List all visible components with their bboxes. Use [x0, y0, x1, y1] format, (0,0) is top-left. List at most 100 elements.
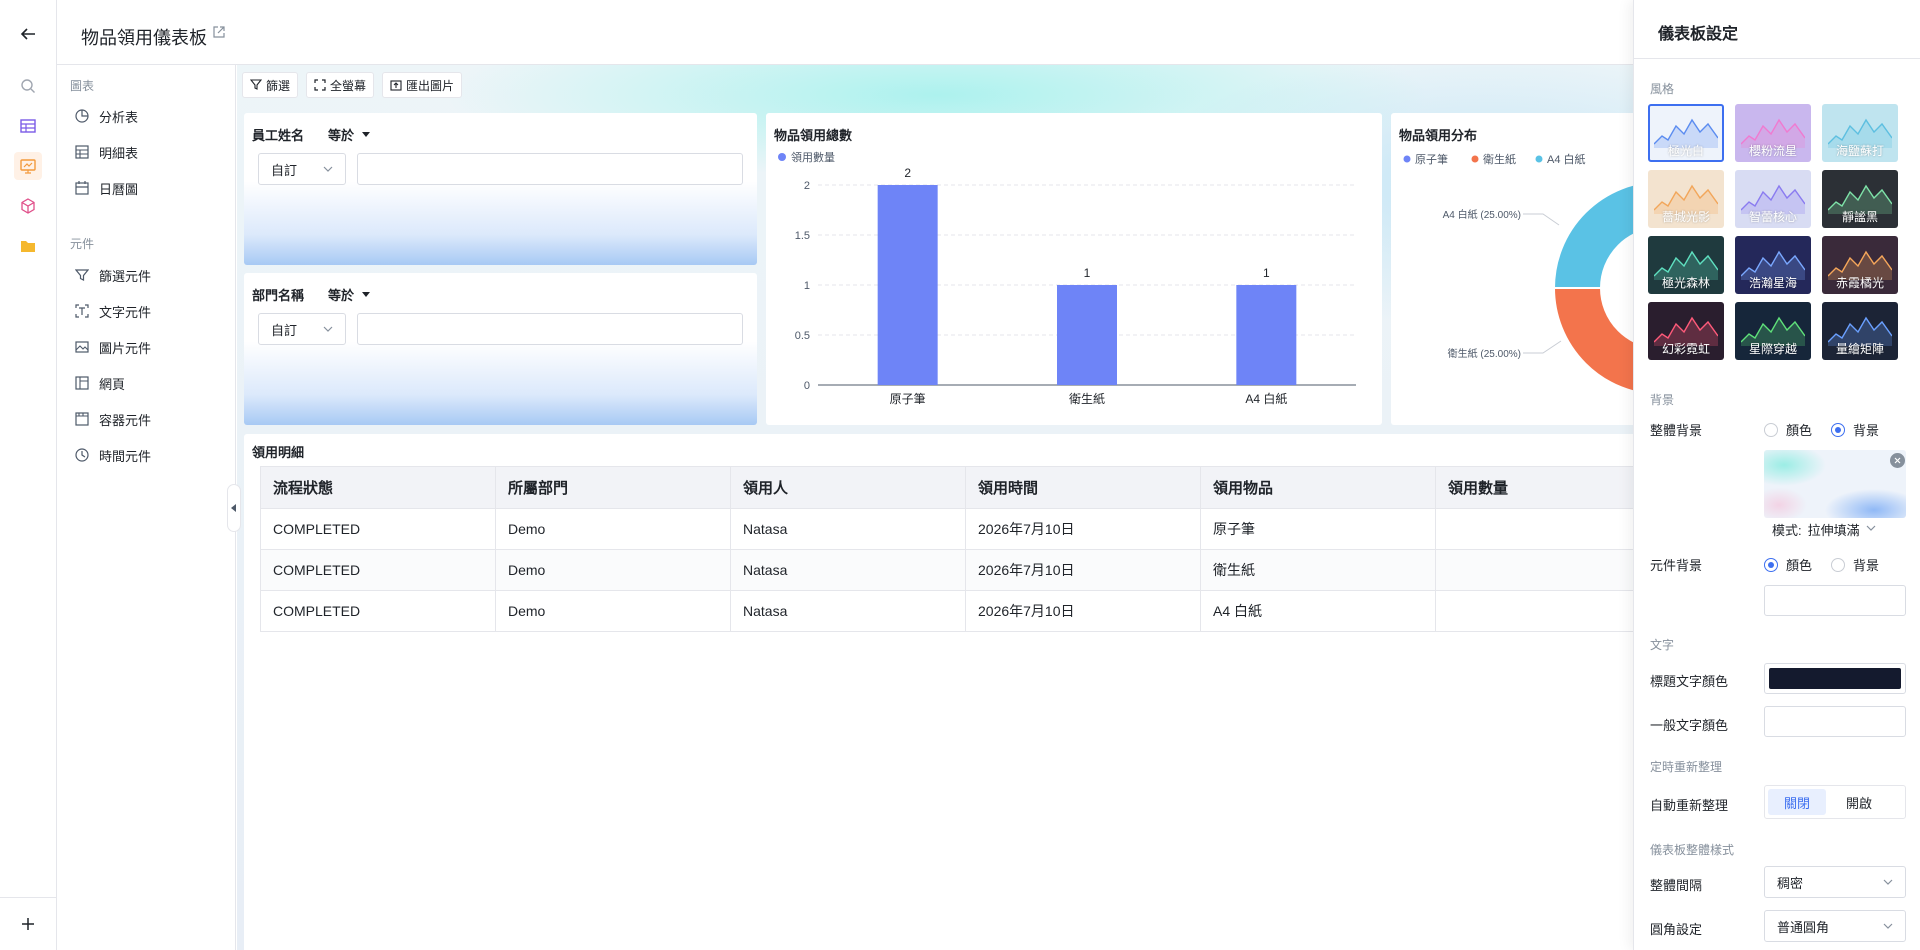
corner-select[interactable]: 普通圓角 — [1764, 910, 1906, 942]
search-icon[interactable] — [14, 72, 42, 100]
icon-rail — [0, 0, 57, 950]
pie-slice — [1552, 183, 1634, 289]
bar — [877, 185, 938, 385]
back-arrow-icon[interactable] — [14, 20, 42, 48]
filter-button[interactable]: 篩選 — [242, 72, 299, 98]
theme-name: 海鹽蘇打 — [1835, 144, 1884, 158]
bar-chart: 領用數量 0 0.5 1 1.5 2 2 原子筆 1 衛生紙 1 A4 白紙 — [778, 150, 1356, 406]
external-link-icon[interactable] — [213, 26, 225, 38]
top-bar: 物品領用儀表板 — [57, 0, 1634, 65]
overall-bg-color-radio[interactable]: 顏色 — [1764, 420, 1812, 439]
dashboard-icon[interactable] — [14, 152, 42, 180]
table-cell: COMPLETED — [260, 508, 496, 550]
table-cell: Demo — [495, 590, 731, 632]
remove-image-icon[interactable] — [1890, 453, 1905, 468]
table-row[interactable]: COMPLETED Demo Natasa 2026年7月10日 衛生紙 — [260, 549, 1634, 591]
theme-name: 極光森林 — [1661, 276, 1710, 290]
radio-label: 背景 — [1853, 558, 1880, 573]
column-header[interactable]: 領用物品 — [1200, 466, 1436, 509]
column-header[interactable]: 領用時間 — [965, 466, 1201, 509]
theme-option[interactable]: 幻彩霓虹 — [1648, 302, 1724, 360]
leader-line — [1523, 213, 1560, 226]
table-cell: A4 白紙 — [1200, 590, 1436, 632]
bar-data-label: 2 — [904, 166, 911, 180]
element-bg-color-radio[interactable]: 顏色 — [1764, 555, 1812, 574]
detail-table-title: 領用明細 — [252, 445, 305, 460]
theme-option[interactable]: 海鹽蘇打 — [1822, 104, 1898, 162]
theme-name: 櫻粉流星 — [1748, 144, 1797, 158]
auto-refresh-off-option[interactable]: 關閉 — [1768, 789, 1826, 815]
operator-select[interactable]: 等於 — [328, 285, 371, 304]
theme-option[interactable]: 智蕾核心 — [1735, 170, 1811, 228]
library-item-time[interactable]: 時間元件 — [75, 441, 225, 469]
mode-select[interactable]: 自訂 — [258, 313, 346, 345]
library-item-detail-table[interactable]: 明細表 — [75, 138, 225, 166]
library-item-label: 網頁 — [99, 376, 126, 392]
library-item-image[interactable]: 圖片元件 — [75, 333, 225, 361]
overall-bg-image-radio[interactable]: 背景 — [1831, 420, 1879, 439]
library-item-text[interactable]: 文字元件 — [75, 297, 225, 325]
element-bg-color-picker[interactable] — [1764, 585, 1906, 616]
chevron-down-icon — [323, 326, 333, 332]
text-heading: 文字 — [1650, 638, 1675, 652]
normal-color-picker[interactable] — [1764, 706, 1906, 737]
collapse-handle[interactable] — [227, 484, 241, 532]
element-bg-image-radio[interactable]: 背景 — [1831, 555, 1879, 574]
operator-select[interactable]: 等於 — [328, 125, 371, 144]
theme-option[interactable]: 極光森林 — [1648, 236, 1724, 294]
library-item-filter[interactable]: 篩選元件 — [75, 261, 225, 289]
auto-refresh-on-option[interactable]: 開啟 — [1830, 789, 1888, 815]
auto-refresh-toggle: 關閉 開啟 — [1764, 785, 1906, 819]
table-row[interactable]: COMPLETED Demo Natasa 2026年7月10日 原子筆 — [260, 508, 1634, 550]
library-item-container[interactable]: 容器元件 — [75, 405, 225, 433]
spacing-select[interactable]: 稠密 — [1764, 866, 1906, 898]
library-item-pivot-table[interactable]: 分析表 — [75, 102, 225, 130]
theme-name: 赤霞橘光 — [1835, 276, 1884, 290]
layout-heading: 儀表板整體樣式 — [1650, 843, 1735, 857]
theme-name: 靜謐黑 — [1841, 210, 1878, 224]
column-header[interactable]: 領用數量 — [1435, 466, 1634, 509]
table-cell: COMPLETED — [260, 590, 496, 632]
folder-icon[interactable] — [14, 232, 42, 260]
cube-icon[interactable] — [14, 192, 42, 220]
library-item-calendar[interactable]: 日曆圖 — [75, 174, 225, 202]
mode-label: 模式: — [1772, 523, 1802, 538]
export-image-button[interactable]: 匯出圖片 — [382, 72, 463, 98]
mode-select[interactable]: 自訂 — [258, 153, 346, 185]
filter-value-input[interactable] — [357, 153, 743, 185]
table-icon[interactable] — [14, 112, 42, 140]
fullscreen-button[interactable]: 全螢幕 — [306, 72, 375, 98]
theme-option[interactable]: 極光白 — [1648, 104, 1724, 162]
column-header[interactable]: 所屬部門 — [495, 466, 731, 509]
table-cell: Demo — [495, 549, 731, 591]
column-header[interactable]: 領用人 — [730, 466, 966, 509]
pie-icon — [75, 109, 89, 123]
filter-card-department: 部門名稱 等於 自訂 — [244, 273, 757, 425]
table-cell: 2026年7月10日 — [965, 508, 1201, 550]
table-row[interactable]: COMPLETED Demo Natasa 2026年7月10日 A4 白紙 — [260, 590, 1634, 632]
library-item-label: 篩選元件 — [99, 268, 152, 284]
radio-label: 顏色 — [1786, 423, 1813, 438]
theme-option[interactable]: 櫻粉流星 — [1735, 104, 1811, 162]
column-header[interactable]: 流程狀態 — [260, 466, 496, 509]
title-color-picker[interactable] — [1764, 663, 1906, 694]
x-tick-label: 衛生紙 — [1069, 391, 1105, 406]
y-tick-label: 1 — [804, 280, 810, 292]
theme-option[interactable]: 星際穿越 — [1735, 302, 1811, 360]
spacing-value: 稠密 — [1777, 875, 1804, 891]
theme-name: 幻彩霓虹 — [1661, 342, 1710, 356]
add-icon[interactable] — [14, 910, 42, 938]
theme-option[interactable]: 浩瀚星海 — [1735, 236, 1811, 294]
theme-option[interactable]: 薔城光影 — [1648, 170, 1724, 228]
theme-option[interactable]: 靜謐黑 — [1822, 170, 1898, 228]
library-item-webpage[interactable]: 網頁 — [75, 369, 225, 397]
background-image-preview[interactable] — [1764, 450, 1906, 518]
theme-option[interactable]: 赤霞橘光 — [1822, 236, 1898, 294]
legend-label: 領用數量 — [791, 150, 835, 164]
filter-value-input[interactable] — [357, 313, 743, 345]
elements-heading: 元件 — [70, 237, 95, 251]
funnel-icon — [75, 269, 89, 281]
mode-select[interactable]: 模式: 拉伸填滿 — [1772, 520, 1876, 539]
theme-option[interactable]: 量繪矩陣 — [1822, 302, 1898, 360]
x-tick-label: 原子筆 — [890, 392, 926, 406]
